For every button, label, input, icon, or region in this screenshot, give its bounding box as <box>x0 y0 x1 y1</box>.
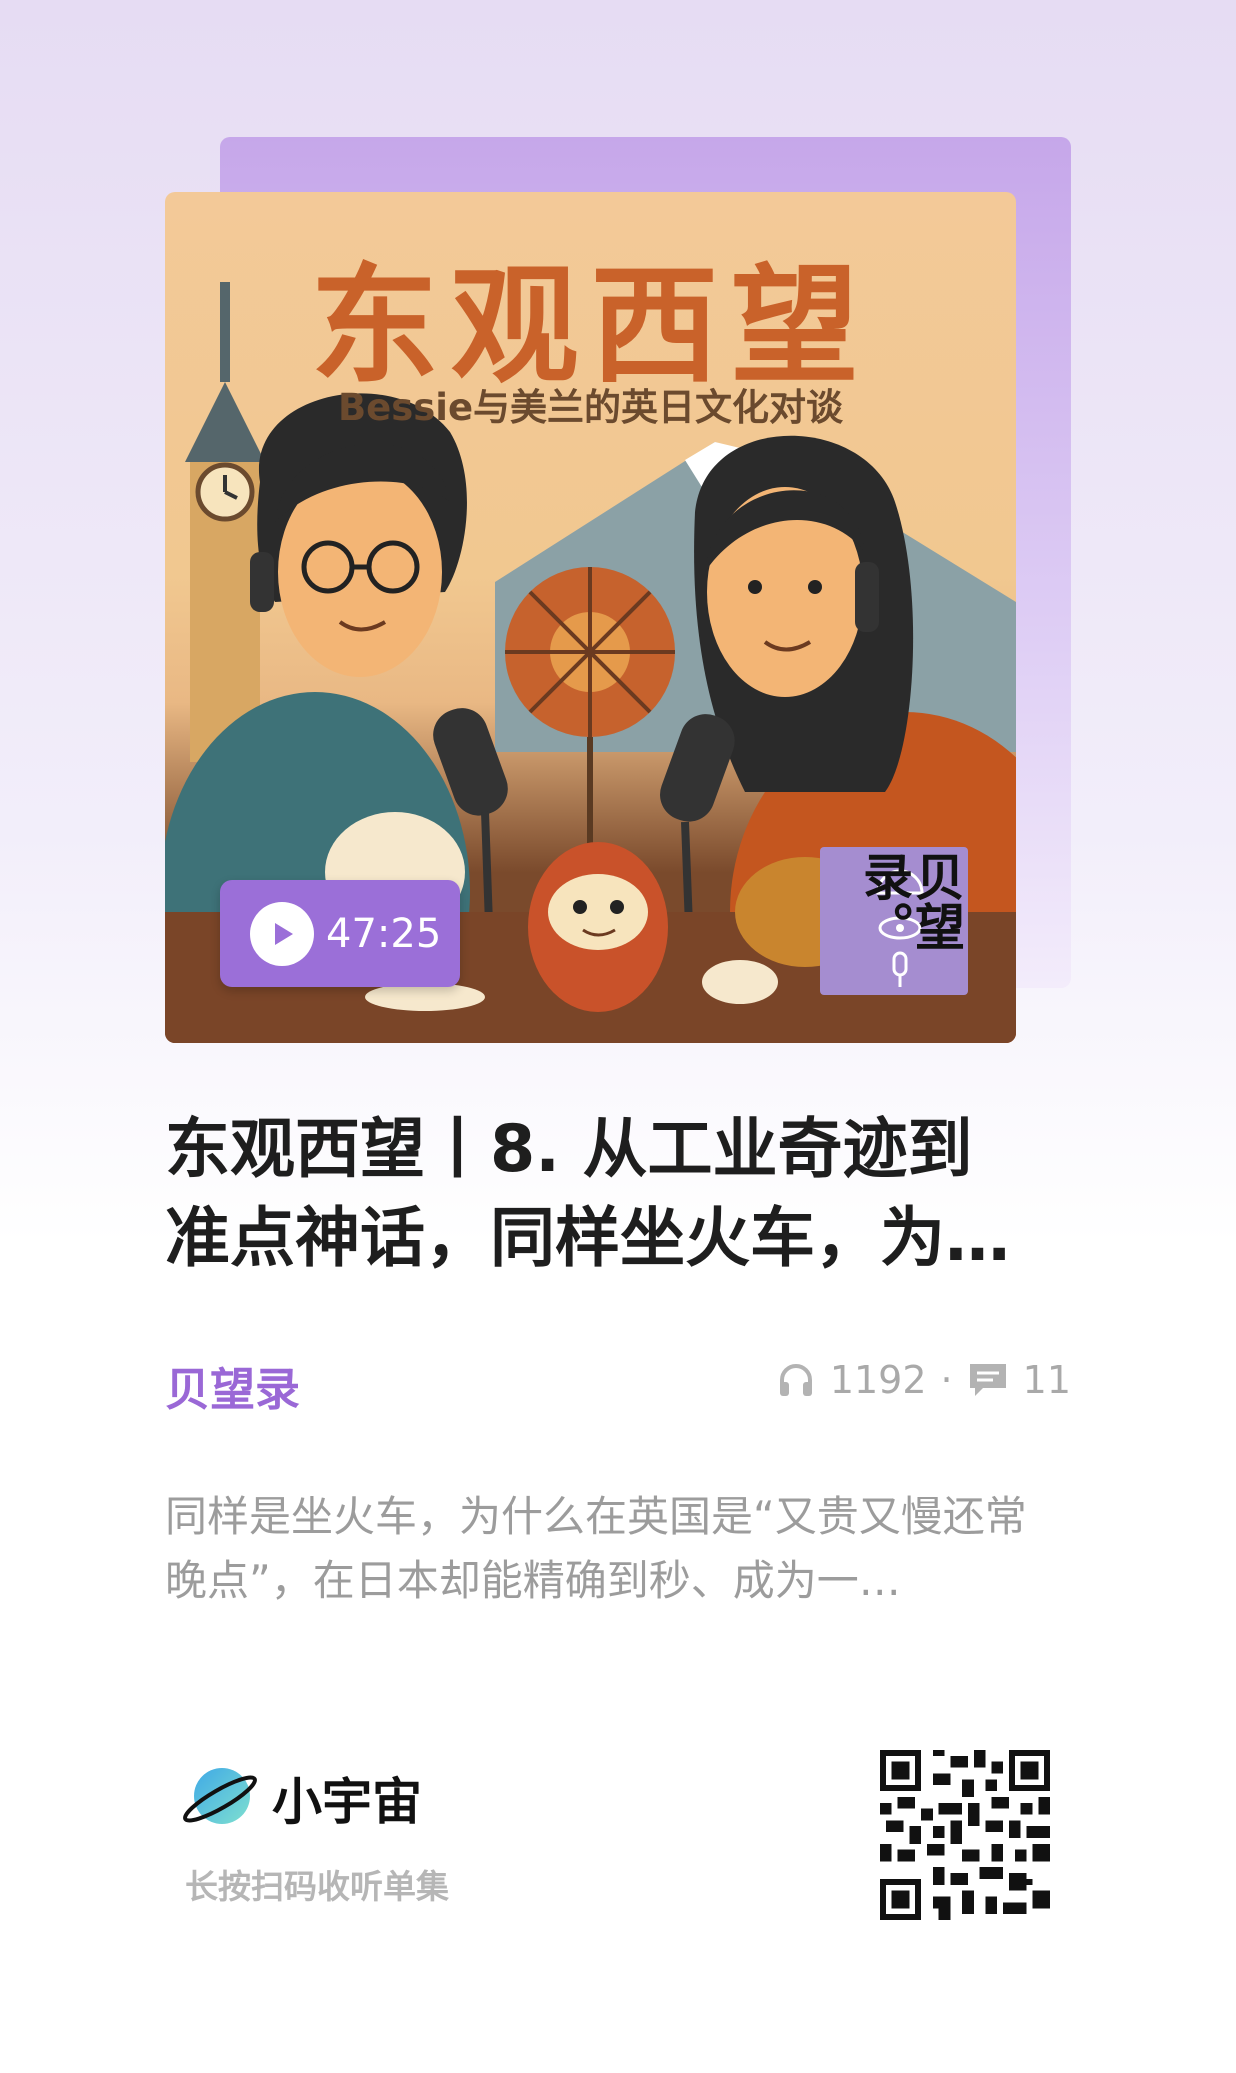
episode-description: 同样是坐火车，为什么在英国是“又贵又慢还常晚点”，在日本却能精确到秒、成为一… <box>165 1492 1027 1605</box>
scan-hint: 长按扫码收听单集 <box>185 1867 449 1906</box>
planet-logo-icon <box>183 1768 257 1824</box>
headphones-icon <box>779 1364 812 1396</box>
listen-count: 1192 <box>829 1358 927 1402</box>
app-brand: 小宇宙 <box>180 1762 422 1834</box>
qr-code[interactable] <box>880 1750 1050 1920</box>
comment-count: 11 <box>1022 1358 1071 1402</box>
play-icon <box>250 901 314 966</box>
comment-icon <box>969 1364 1006 1396</box>
play-button[interactable]: 47:25 <box>220 880 460 987</box>
badge-text: 贝望录。 <box>855 851 965 951</box>
podcast-name-link[interactable]: 贝望录 <box>165 1353 300 1418</box>
episode-title: 东观西望丨8. 从工业奇迹到准点神话，同样坐火车，为… <box>165 1112 1011 1276</box>
episode-stats: 1192 · 11 <box>776 1358 1071 1402</box>
podcast-logo-badge: 贝望录。 <box>820 847 968 995</box>
stats-separator: · <box>940 1358 953 1402</box>
cover-subtitle: Bessie与美兰的英日文化对谈 <box>337 386 844 429</box>
duration-label: 47:25 <box>326 910 442 957</box>
episode-cover-art[interactable]: 东观西望 Bessie与美兰的英日文化对谈 47:25 贝望录。 <box>165 192 1016 1043</box>
brand-name: 小宇宙 <box>272 1773 422 1831</box>
